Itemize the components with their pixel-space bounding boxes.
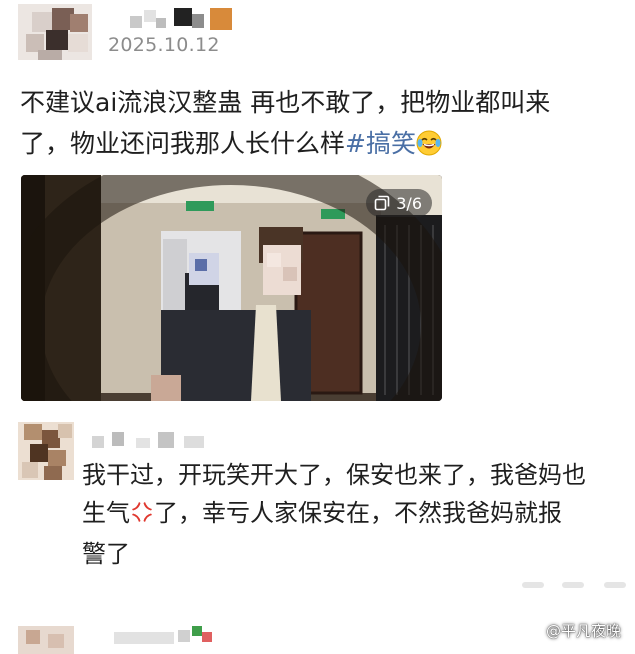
post-text-line1: 不建议ai流浪汉整蛊 再也不敢了，把物业都叫来 <box>20 88 551 117</box>
watermark: @平凡夜晚 <box>546 620 621 641</box>
post-date: 2025.10.12 <box>108 34 220 56</box>
photo-counter-text: 3/6 <box>396 193 422 213</box>
comment-line1: 我干过，开玩笑开大了，保安也来了，我爸妈也 <box>82 461 586 489</box>
post-text-line2: 了，物业还问我那人长什么样#搞笑 <box>20 123 620 168</box>
post-header: 2025.10.12 <box>18 4 618 64</box>
post-text: 不建议ai流浪汉整蛊 再也不敢了，把物业都叫来 了，物业还问我那人长什么样#搞笑 <box>20 82 620 168</box>
photo-counter: 3/6 <box>366 189 432 217</box>
next-comment-cropped <box>18 618 258 654</box>
post-text-line2-prefix: 了，物业还问我那人长什么样 <box>20 129 346 158</box>
anger-symbol-emoji <box>130 497 154 535</box>
hashtag-link[interactable]: #搞笑 <box>345 129 416 158</box>
comment-line3: 警了 <box>82 540 130 568</box>
watermark-text: @平凡夜晚 <box>545 622 621 640</box>
comment-line2-suffix: 了，幸亏人家保安在，不然我爸妈就报 <box>154 499 562 527</box>
username-blurred[interactable] <box>130 8 240 30</box>
tears-of-joy-emoji <box>416 127 442 168</box>
comment-username-blurred[interactable] <box>92 428 222 454</box>
comment-avatar[interactable] <box>18 422 74 480</box>
comment-line2-prefix: 生气 <box>82 499 130 527</box>
comment-text: 我干过，开玩笑开大了，保安也来了，我爸妈也 生气 了，幸亏人家保安在，不然我爸妈就… <box>82 456 635 573</box>
photo-stack-icon <box>374 195 390 211</box>
post-photo[interactable]: 3/6 <box>21 175 442 401</box>
cropped-action-icons <box>522 580 632 590</box>
comment-line2: 生气 了，幸亏人家保安在，不然我爸妈就报 <box>82 494 635 535</box>
avatar[interactable] <box>18 4 92 60</box>
